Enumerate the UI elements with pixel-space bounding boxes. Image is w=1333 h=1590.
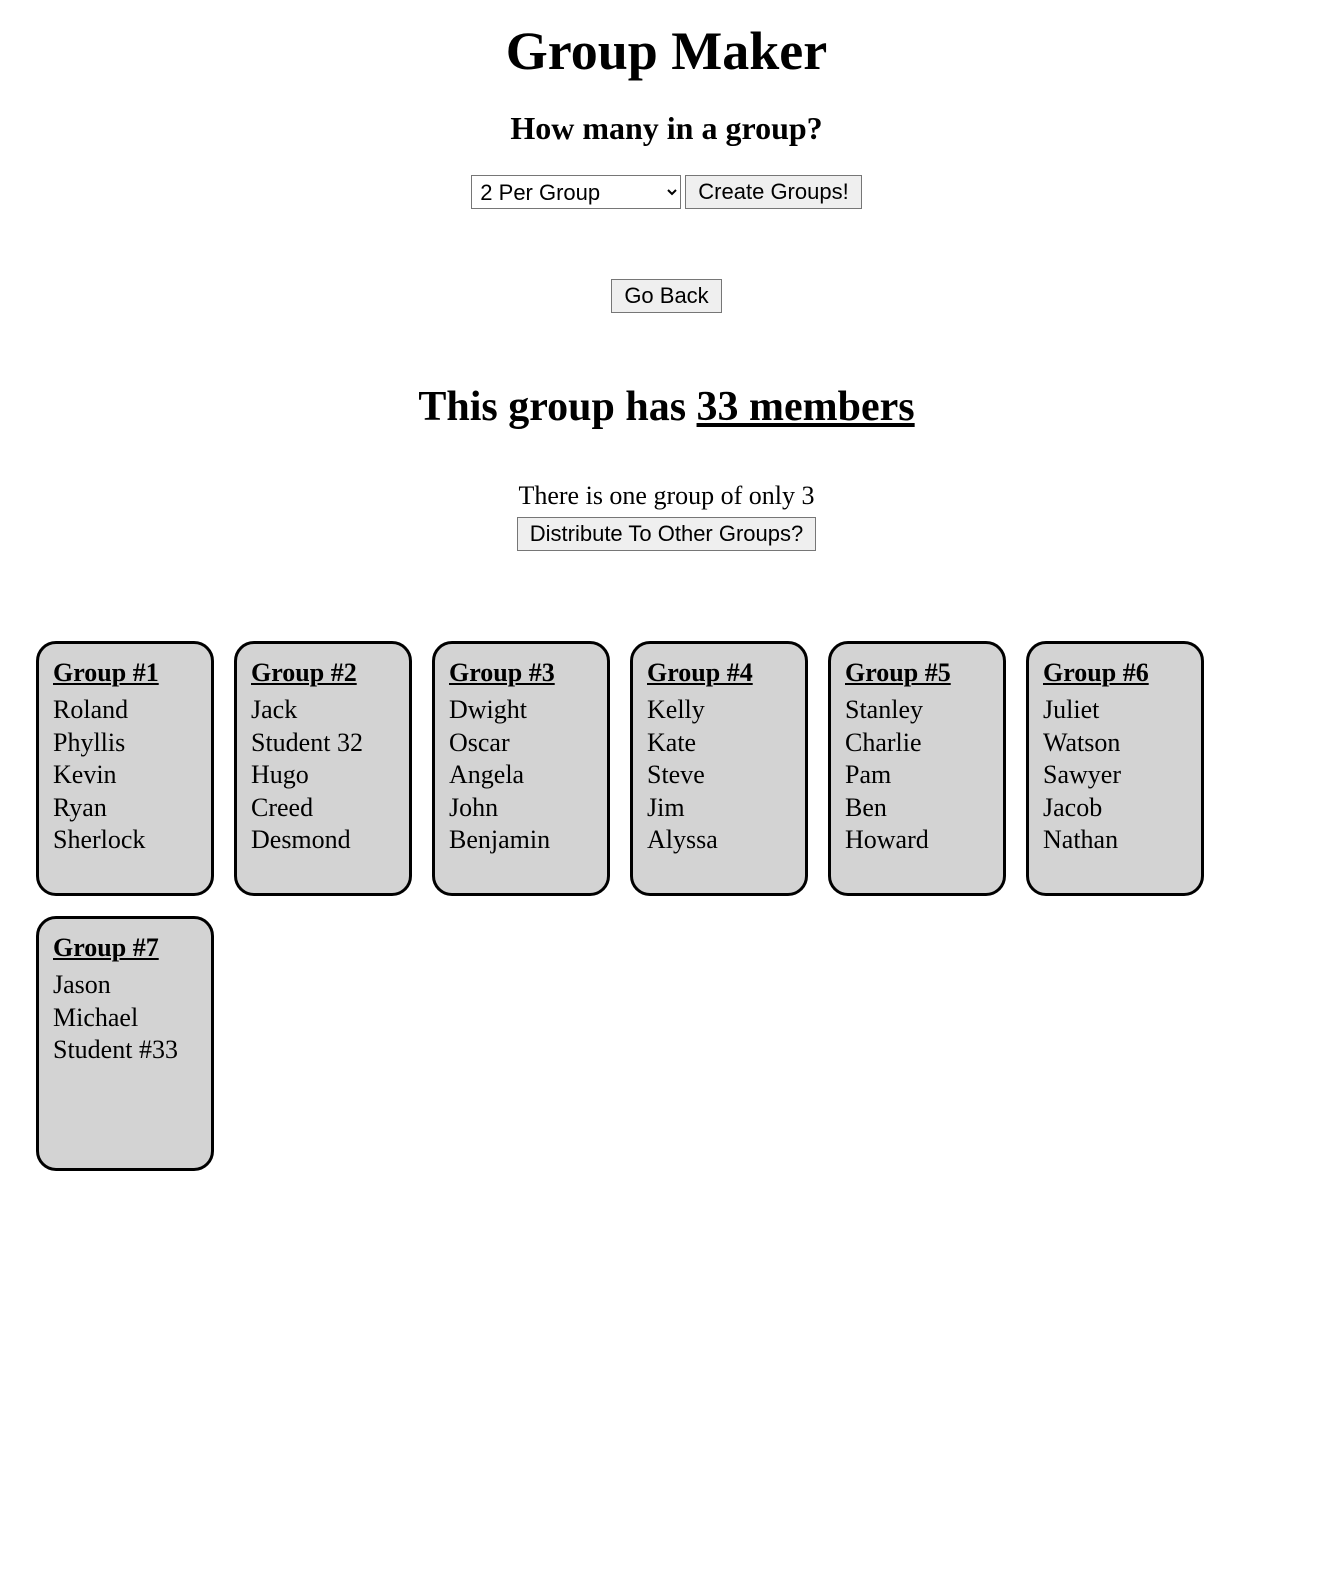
member-name: Angela [449, 759, 593, 792]
goback-row: Go Back [30, 279, 1303, 313]
member-name: Ryan [53, 792, 197, 825]
member-name: Desmond [251, 824, 395, 857]
member-name: Kevin [53, 759, 197, 792]
member-name: Phyllis [53, 727, 197, 760]
member-name: Watson [1043, 727, 1187, 760]
group-heading: Group #4 [647, 658, 791, 688]
member-name: Kelly [647, 694, 791, 727]
group-card: Group #1 RolandPhyllisKevinRyanSherlock [36, 641, 214, 896]
group-card: Group #5 StanleyCharliePamBenHoward [828, 641, 1006, 896]
member-name: Stanley [845, 694, 989, 727]
member-name: Creed [251, 792, 395, 825]
group-size-select[interactable]: 2 Per Group3 Per Group4 Per Group5 Per G… [471, 175, 681, 209]
member-name: Hugo [251, 759, 395, 792]
group-card: Group #6 JulietWatsonSawyerJacobNathan [1026, 641, 1204, 896]
group-heading: Group #7 [53, 933, 197, 963]
member-name: Roland [53, 694, 197, 727]
member-name: Jason [53, 969, 197, 1002]
member-name: Steve [647, 759, 791, 792]
member-count-heading: This group has 33 members [30, 383, 1303, 431]
member-name: Jacob [1043, 792, 1187, 825]
member-name: Howard [845, 824, 989, 857]
group-heading: Group #6 [1043, 658, 1187, 688]
member-name: Jack [251, 694, 395, 727]
distribute-button[interactable]: Distribute To Other Groups? [517, 517, 817, 551]
member-name: Kate [647, 727, 791, 760]
group-card: Group #3 DwightOscarAngelaJohnBenjamin [432, 641, 610, 896]
group-card: Group #7 JasonMichaelStudent #33 [36, 916, 214, 1171]
member-name: John [449, 792, 593, 825]
group-card: Group #2 JackStudent 32HugoCreedDesmond [234, 641, 412, 896]
group-card: Group #4 KellyKateSteveJimAlyssa [630, 641, 808, 896]
member-name: Jim [647, 792, 791, 825]
member-name: Juliet [1043, 694, 1187, 727]
groups-container: Group #1RolandPhyllisKevinRyanSherlockGr… [30, 641, 1303, 1171]
member-count-prefix: This group has [418, 384, 696, 430]
member-name: Dwight [449, 694, 593, 727]
controls-row: 2 Per Group3 Per Group4 Per Group5 Per G… [30, 175, 1303, 209]
member-name: Sawyer [1043, 759, 1187, 792]
member-name: Charlie [845, 727, 989, 760]
group-heading: Group #1 [53, 658, 197, 688]
member-name: Ben [845, 792, 989, 825]
remainder-notice: There is one group of only 3 [30, 481, 1303, 511]
group-heading: Group #5 [845, 658, 989, 688]
member-name: Student #33 [53, 1034, 197, 1067]
group-heading: Group #3 [449, 658, 593, 688]
member-name: Michael [53, 1002, 197, 1035]
member-name: Oscar [449, 727, 593, 760]
member-name: Student 32 [251, 727, 395, 760]
member-name: Pam [845, 759, 989, 792]
create-groups-button[interactable]: Create Groups! [685, 175, 861, 209]
member-name: Alyssa [647, 824, 791, 857]
group-heading: Group #2 [251, 658, 395, 688]
go-back-button[interactable]: Go Back [611, 279, 721, 313]
member-name: Nathan [1043, 824, 1187, 857]
page-title: Group Maker [30, 20, 1303, 82]
member-count-value: 33 members [697, 384, 915, 430]
member-name: Benjamin [449, 824, 593, 857]
member-name: Sherlock [53, 824, 197, 857]
group-size-prompt: How many in a group? [30, 110, 1303, 147]
distribute-row: Distribute To Other Groups? [30, 517, 1303, 551]
